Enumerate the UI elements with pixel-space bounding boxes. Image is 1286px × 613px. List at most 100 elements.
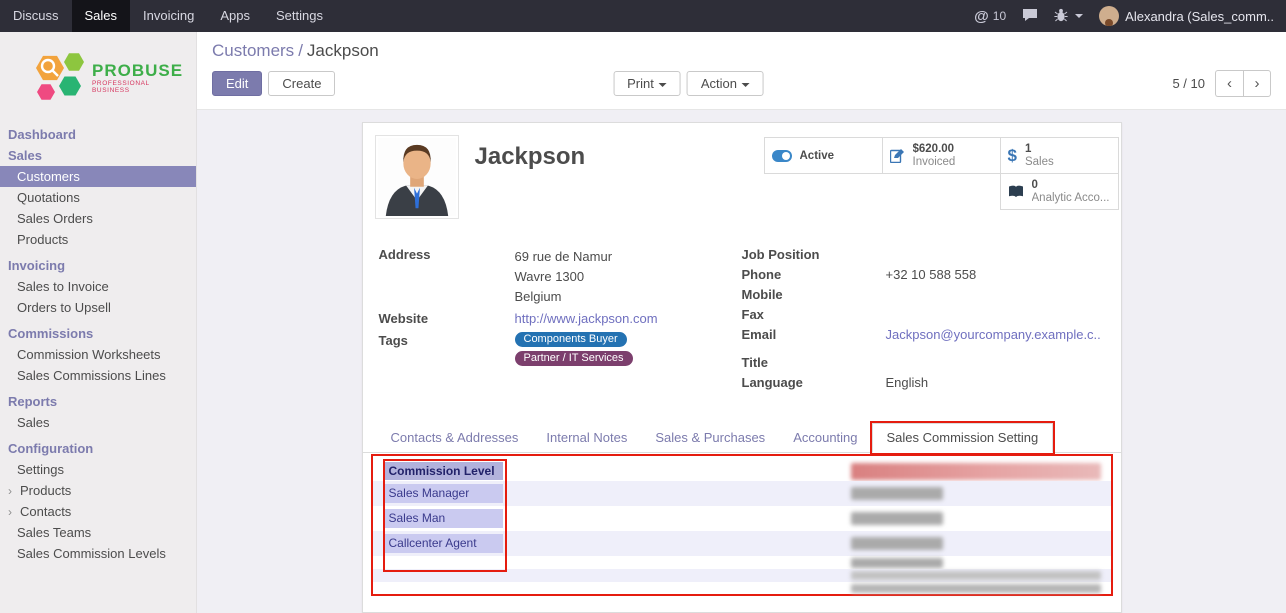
invoiced-stat-button[interactable]: $620.00 Invoiced [882, 137, 1001, 174]
mobile-field: Mobile [742, 287, 1105, 303]
sidebar-heading-invoicing[interactable]: Invoicing [0, 255, 196, 276]
pager-next-button[interactable]: › [1243, 70, 1271, 97]
redacted-value [851, 512, 943, 525]
email-label: Email [742, 327, 886, 343]
sales-count-label: Sales [1025, 156, 1054, 169]
active-toggle-button[interactable]: Active [764, 137, 883, 174]
toggle-icon [772, 150, 792, 162]
address-field: Address 69 rue de Namur Wavre 1300 Belgi… [379, 247, 742, 307]
language-value[interactable]: English [886, 375, 929, 391]
customer-photo[interactable] [375, 135, 459, 219]
commission-level-cell[interactable]: Sales Manager [385, 484, 503, 503]
user-menu[interactable]: Alexandra (Sales_comm.. [1099, 6, 1274, 26]
action-dropdown-button[interactable]: Action [687, 71, 764, 96]
phone-value[interactable]: +32 10 588 558 [886, 267, 977, 283]
title-label: Title [742, 355, 886, 371]
commission-level-cell[interactable]: Sales Man [385, 509, 503, 528]
pager-previous-button[interactable]: ‹ [1215, 70, 1243, 97]
user-avatar [1099, 6, 1119, 26]
page-title: Jackpson [475, 143, 586, 219]
active-label: Active [800, 150, 835, 162]
pencil-icon [890, 148, 905, 163]
tab-accounting[interactable]: Accounting [779, 424, 871, 452]
sidebar-heading-dashboard[interactable]: Dashboard [0, 124, 196, 145]
sidebar-heading-commissions[interactable]: Commissions [0, 323, 196, 344]
tag-components-buyer[interactable]: Components Buyer [515, 332, 627, 347]
sidebar-item-orders-to-upsell[interactable]: Orders to Upsell [0, 297, 196, 318]
bug-icon [1054, 8, 1068, 25]
person-avatar-image [378, 138, 456, 216]
sidebar-item-config-contacts[interactable]: › Contacts [0, 501, 196, 522]
commission-level-column-header[interactable]: Commission Level [385, 462, 503, 480]
sales-stat-button[interactable]: $ 1 Sales [1000, 137, 1119, 174]
redacted-header-value [851, 463, 1101, 480]
sidebar-item-config-products[interactable]: › Products [0, 480, 196, 501]
address-country: Belgium [515, 287, 613, 307]
sidebar-item-settings[interactable]: Settings [0, 459, 196, 480]
redacted-value [851, 571, 1101, 580]
breadcrumb-separator: / [298, 41, 303, 60]
menu-settings[interactable]: Settings [263, 0, 336, 32]
tab-internal-notes[interactable]: Internal Notes [532, 424, 641, 452]
control-panel: Customers/Jackpson Edit Create Print Act… [197, 32, 1286, 110]
table-row[interactable]: Sales Manager [373, 481, 1111, 506]
app-logo[interactable]: PROBUSE PROFESSIONAL BUSINESS [0, 32, 196, 119]
sidebar-item-label: Products [20, 483, 71, 498]
menu-invoicing[interactable]: Invoicing [130, 0, 207, 32]
edit-button[interactable]: Edit [212, 71, 262, 96]
create-button[interactable]: Create [268, 71, 335, 96]
sidebar-heading-sales[interactable]: Sales [0, 145, 196, 166]
debug-menu-button[interactable] [1054, 8, 1083, 25]
sidebar-item-customers[interactable]: Customers [0, 166, 196, 187]
sidebar-item-quotations[interactable]: Quotations [0, 187, 196, 208]
mentions-counter[interactable]: @ 10 [974, 8, 1006, 25]
customer-form-card: Jackpson Active $620.00 [362, 122, 1122, 613]
job-position-label: Job Position [742, 247, 886, 263]
table-row [373, 582, 1111, 594]
menu-apps[interactable]: Apps [207, 0, 263, 32]
table-row[interactable]: Sales Man [373, 506, 1111, 531]
sidebar-item-label: Contacts [20, 504, 71, 519]
sidebar-heading-reports[interactable]: Reports [0, 391, 196, 412]
sidebar-item-sales-to-invoice[interactable]: Sales to Invoice [0, 276, 196, 297]
tab-sales-purchases[interactable]: Sales & Purchases [641, 424, 779, 452]
email-link[interactable]: Jackpson@yourcompany.example.c.. [886, 327, 1101, 343]
sidebar-item-products[interactable]: Products [0, 229, 196, 250]
tab-sales-commission-setting[interactable]: Sales Commission Setting [872, 423, 1054, 453]
table-header-row: Commission Level [373, 461, 1111, 481]
dollar-icon: $ [1008, 146, 1017, 166]
website-link[interactable]: http://www.jackpson.com [515, 311, 658, 327]
mobile-label: Mobile [742, 287, 886, 303]
tags-field: Tags Components Buyer Partner / IT Servi… [379, 333, 742, 366]
at-icon: @ [974, 8, 989, 25]
caret-down-icon [742, 83, 750, 87]
sidebar-item-sales-orders[interactable]: Sales Orders [0, 208, 196, 229]
messages-button[interactable] [1022, 8, 1038, 25]
analytic-accounts-stat-button[interactable]: 0 Analytic Acco... [1000, 173, 1119, 210]
menu-sales[interactable]: Sales [72, 0, 131, 32]
mention-count: 10 [993, 9, 1006, 23]
sidebar-item-sales-commission-levels[interactable]: Sales Commission Levels [0, 543, 196, 564]
fax-label: Fax [742, 307, 886, 323]
commission-level-cell[interactable]: Callcenter Agent [385, 534, 503, 553]
sidebar-item-sales-commissions-lines[interactable]: Sales Commissions Lines [0, 365, 196, 386]
website-label: Website [379, 311, 515, 327]
tag-partner-it-services[interactable]: Partner / IT Services [515, 351, 633, 366]
sidebar-item-reports-sales[interactable]: Sales [0, 412, 196, 433]
menu-discuss[interactable]: Discuss [0, 0, 72, 32]
sidebar-heading-configuration[interactable]: Configuration [0, 438, 196, 459]
print-dropdown-button[interactable]: Print [613, 71, 681, 96]
breadcrumb-customers-link[interactable]: Customers [212, 41, 294, 60]
redacted-value [851, 558, 943, 568]
chevron-right-icon: › [8, 484, 16, 498]
caret-down-icon [659, 83, 667, 87]
redacted-value [851, 537, 943, 550]
redacted-value [851, 584, 1101, 593]
sidebar-item-sales-teams[interactable]: Sales Teams [0, 522, 196, 543]
sidebar-item-commission-worksheets[interactable]: Commission Worksheets [0, 344, 196, 365]
tab-contacts-addresses[interactable]: Contacts & Addresses [377, 424, 533, 452]
table-row[interactable]: Callcenter Agent [373, 531, 1111, 556]
address-value[interactable]: 69 rue de Namur Wavre 1300 Belgium [515, 247, 613, 307]
table-row [373, 556, 1111, 569]
phone-label: Phone [742, 267, 886, 283]
